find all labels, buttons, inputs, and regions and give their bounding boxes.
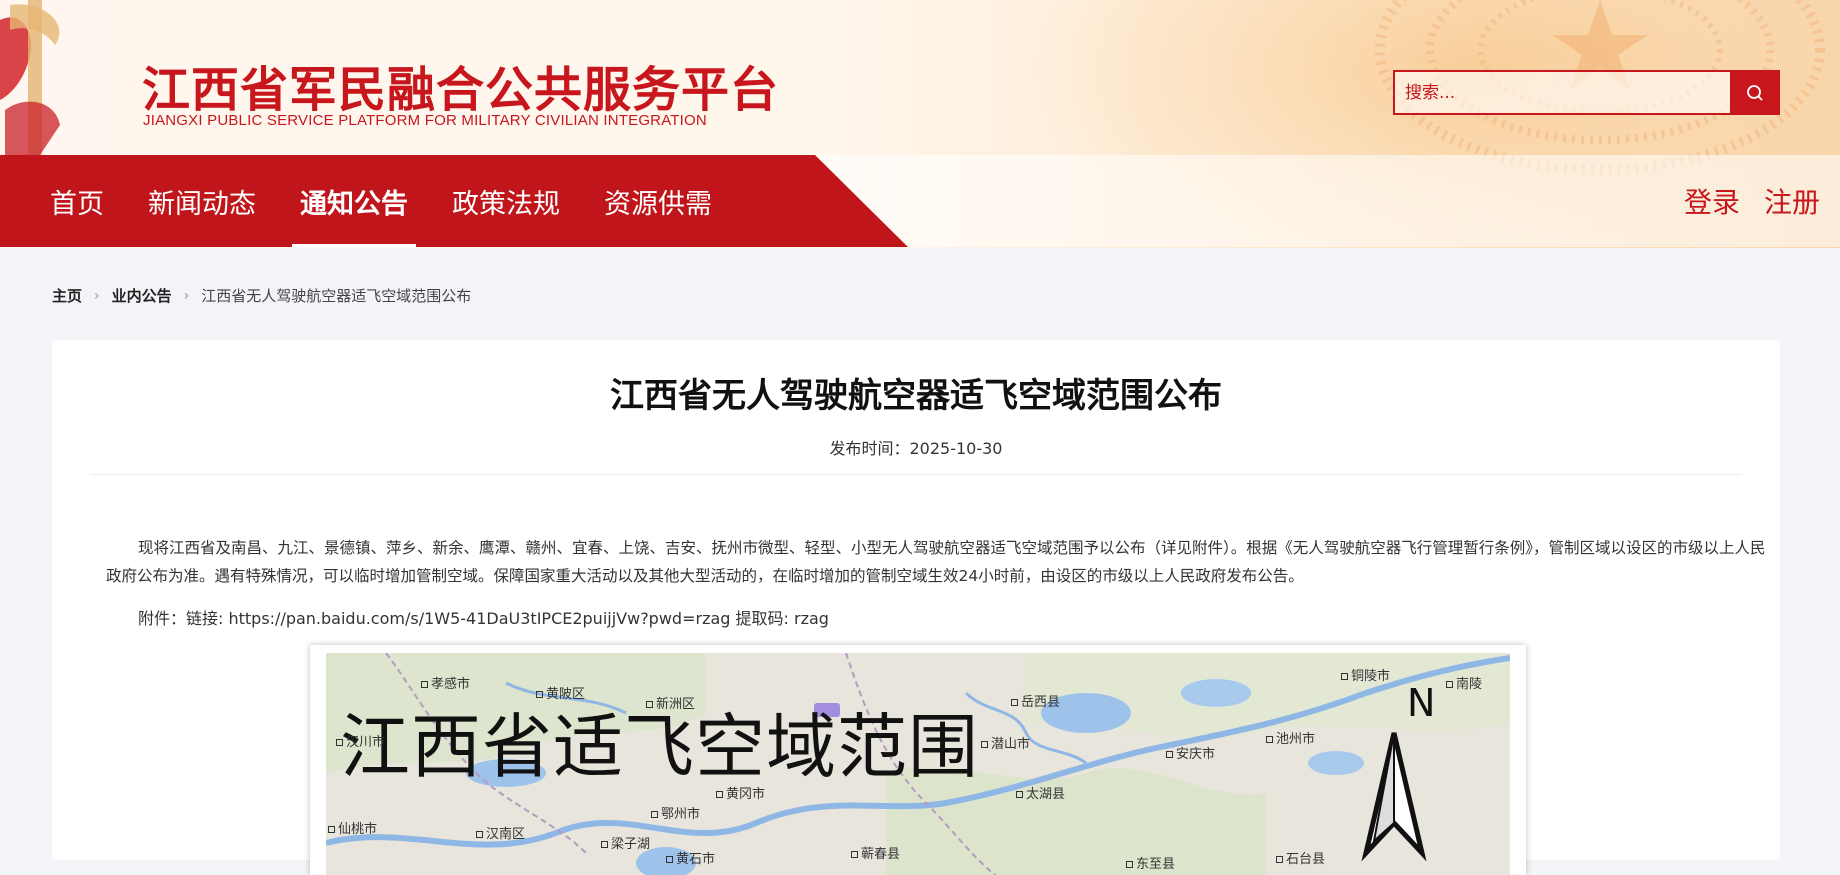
map-city-label: 黄陂区	[536, 683, 585, 702]
chevron-right-icon: ›	[94, 287, 100, 304]
main-nav: 首页 新闻动态 通知公告 政策法规 资源供需	[28, 155, 734, 247]
login-link[interactable]: 登录	[1684, 181, 1740, 221]
map-city-label: 太湖县	[1016, 783, 1065, 802]
nav-item-notices[interactable]: 通知公告	[278, 155, 430, 247]
map-city-label: 仙桃市	[328, 818, 377, 837]
breadcrumb-section[interactable]: 业内公告	[112, 285, 172, 306]
north-label: N	[1407, 681, 1436, 725]
breadcrumb-current: 江西省无人驾驶航空器适飞空域范围公布	[201, 287, 472, 305]
register-link[interactable]: 注册	[1764, 181, 1820, 221]
map-city-label: 汉南区	[476, 823, 525, 842]
search-box	[1393, 70, 1780, 115]
article-paragraph: 现将江西省及南昌、九江、景德镇、萍乡、新余、鹰潭、赣州、宜春、上饶、吉安、抚州市…	[106, 539, 1766, 585]
map-city-label: 黄石市	[666, 848, 715, 867]
map-city-label: 孝感市	[421, 673, 470, 692]
map-city-label: 汉川市	[336, 731, 385, 750]
map-city-label: 新洲区	[646, 693, 695, 712]
site-title: 江西省军民融合公共服务平台	[142, 62, 780, 118]
article-date: 发布时间：2025-10-30	[829, 439, 1003, 458]
auth-links: 登录 注册	[1684, 155, 1820, 247]
map-city-label: 蕲春县	[851, 843, 900, 862]
site-subtitle: JIANGXI PUBLIC SERVICE PLATFORM FOR MILI…	[143, 112, 707, 129]
map-city-label: 池州市	[1266, 728, 1315, 747]
nav-item-resources[interactable]: 资源供需	[582, 155, 734, 247]
breadcrumb: 主页 › 业内公告 › 江西省无人驾驶航空器适飞空域范围公布	[52, 285, 471, 306]
nav-item-home[interactable]: 首页	[28, 155, 126, 247]
search-icon	[1747, 84, 1763, 101]
article-card: 江西省无人驾驶航空器适飞空域范围公布 发布时间：2025-10-30 现将江西省…	[52, 340, 1780, 875]
map-city-label: 南陵	[1446, 673, 1482, 692]
map-city-label: 黄冈市	[716, 783, 765, 802]
nav-item-news[interactable]: 新闻动态	[126, 155, 278, 247]
breadcrumb-home[interactable]: 主页	[52, 285, 82, 306]
divider	[90, 474, 1742, 475]
huabiao-pillar-icon	[0, 0, 60, 155]
map-city-label: 安庆市	[1166, 743, 1215, 762]
search-button[interactable]	[1730, 70, 1780, 115]
map-canvas: 江西省适飞空域范围 N 孝感市 黄陂区 新洲区 岳西县 铜陵市 南陵 汉川市 潜…	[326, 653, 1510, 875]
map-city-label: 潜山市	[981, 733, 1030, 752]
map-city-label: 鄂州市	[651, 803, 700, 822]
search-input[interactable]	[1393, 70, 1730, 115]
article-title: 江西省无人驾驶航空器适飞空域范围公布	[610, 376, 1222, 416]
map-city-label: 梁子湖	[601, 833, 650, 852]
map-city-label: 东至县	[1126, 853, 1175, 872]
attachment-link[interactable]: 附件：链接: https://pan.baidu.com/s/1W5-41DaU…	[106, 605, 829, 629]
map-city-label: 石台县	[1276, 848, 1325, 867]
chevron-right-icon: ›	[183, 287, 190, 304]
nav-item-policies[interactable]: 政策法规	[430, 155, 582, 247]
map-city-label: 铜陵市	[1341, 665, 1390, 684]
airspace-map-image: 江西省适飞空域范围 N 孝感市 黄陂区 新洲区 岳西县 铜陵市 南陵 汉川市 潜…	[310, 645, 1526, 875]
map-city-label: 岳西县	[1011, 691, 1060, 710]
